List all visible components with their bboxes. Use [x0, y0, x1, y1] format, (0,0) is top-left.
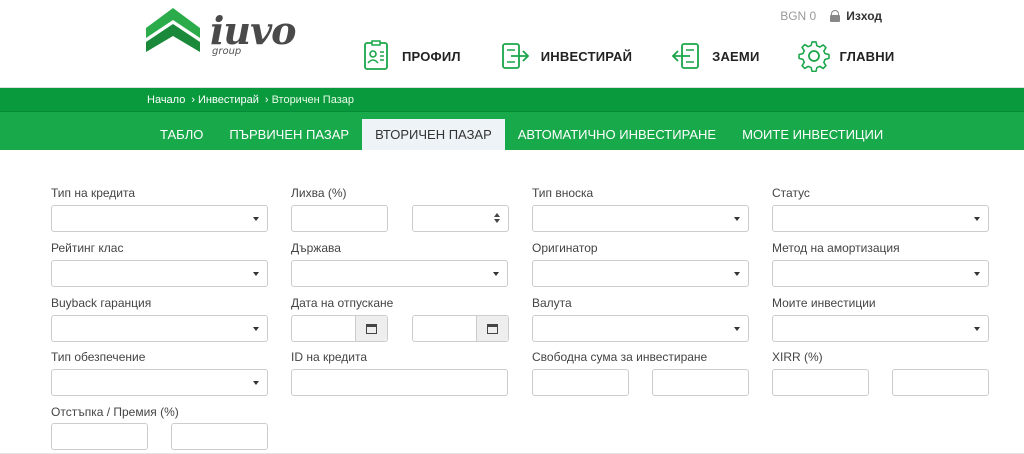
spin-up-icon[interactable]: [494, 213, 500, 217]
collateral-type-label: Тип обезпечение: [51, 350, 146, 364]
buyback-guarantee-label: Buyback гаранция: [51, 296, 152, 310]
loans-icon: [671, 43, 700, 69]
site-header: iuvo group BGN 0 Изход ПРОФИЛ ИНВЕСТИРАЙ…: [0, 0, 1024, 88]
gear-icon: [797, 41, 830, 72]
my-investments-label: Моите инвестиции: [772, 296, 876, 310]
free-amount-max-input[interactable]: [652, 369, 749, 396]
invest-icon: [501, 43, 529, 69]
chevron-down-icon: [253, 217, 259, 221]
amortization-method-select[interactable]: [772, 260, 989, 287]
issue-date-from-input[interactable]: [291, 315, 388, 342]
currency-label: Валута: [532, 296, 572, 310]
chevron-down-icon: [253, 272, 259, 276]
tab-dashboard[interactable]: ТАБЛО: [147, 119, 216, 150]
breadcrumb-separator-icon: ›: [264, 94, 269, 106]
my-investments-select[interactable]: [772, 315, 989, 342]
chevron-down-icon: [974, 327, 980, 331]
originator-label: Оригинатор: [532, 241, 598, 255]
chevron-down-icon: [974, 272, 980, 276]
loan-id-input[interactable]: [291, 369, 508, 396]
logo-subtext: group: [212, 46, 242, 57]
nav-invest-label: ИНВЕСТИРАЙ: [540, 48, 633, 64]
chevron-down-icon: [253, 381, 259, 385]
chevron-down-icon: [974, 217, 980, 221]
currency-select[interactable]: [532, 315, 749, 342]
installment-type-label: Тип вноска: [532, 186, 594, 200]
chevron-down-icon: [734, 217, 740, 221]
discount-premium-min-input[interactable]: [51, 423, 148, 450]
loan-type-label: Тип на кредита: [51, 186, 136, 200]
interest-min-input[interactable]: [291, 205, 388, 232]
rating-class-label: Рейтинг клас: [51, 241, 124, 255]
interest-label: Лихва (%): [291, 186, 347, 200]
main-navigation: ПРОФИЛ ИНВЕСТИРАЙ ЗАЕМИ ГЛАВНИ: [360, 40, 894, 72]
installment-type-select[interactable]: [532, 205, 749, 232]
nav-invest[interactable]: ИНВЕСТИРАЙ: [499, 40, 632, 72]
tab-primary-market[interactable]: ПЪРВИЧЕН ПАЗАР: [216, 119, 362, 150]
originator-select[interactable]: [532, 260, 749, 287]
breadcrumb-invest[interactable]: Инвестирай: [198, 94, 259, 106]
filters-panel: Тип на кредита Лихва (%) Тип вноска Стат…: [0, 150, 1024, 454]
spin-down-icon[interactable]: [494, 219, 500, 223]
calendar-icon[interactable]: [355, 316, 387, 341]
nav-main[interactable]: ГЛАВНИ: [797, 40, 895, 72]
xirr-max-input[interactable]: [892, 369, 989, 396]
breadcrumb-home[interactable]: Начало: [147, 94, 185, 106]
free-amount-min-input[interactable]: [532, 369, 629, 396]
free-amount-label: Свободна сума за инвестиране: [532, 350, 708, 364]
logout-link[interactable]: Изход: [846, 9, 882, 23]
lock-icon: [830, 10, 841, 22]
nav-loans[interactable]: ЗАЕМИ: [670, 40, 759, 72]
xirr-label: XIRR (%): [772, 350, 823, 364]
breadcrumb-separator-icon: ›: [191, 94, 195, 106]
chevron-down-icon: [734, 327, 740, 331]
status-select[interactable]: [772, 205, 989, 232]
rating-class-select[interactable]: [51, 260, 268, 287]
issue-date-to-input[interactable]: [412, 315, 509, 342]
nav-profile-label: ПРОФИЛ: [402, 48, 461, 64]
breadcrumb-current: Вторичен Пазар: [271, 94, 354, 106]
tab-secondary-market[interactable]: ВТОРИЧЕН ПАЗАР: [362, 119, 505, 150]
amortization-method-label: Метод на амортизация: [772, 241, 900, 255]
chevron-down-icon: [493, 272, 499, 276]
account-bar: BGN 0 Изход: [780, 9, 882, 23]
country-select[interactable]: [291, 260, 508, 287]
calendar-icon[interactable]: [476, 316, 508, 341]
nav-profile[interactable]: ПРОФИЛ: [360, 40, 461, 72]
status-label: Статус: [772, 186, 810, 200]
collateral-type-select[interactable]: [51, 369, 268, 396]
tab-my-investments[interactable]: МОИТЕ ИНВЕСТИЦИИ: [729, 119, 896, 150]
xirr-min-input[interactable]: [772, 369, 869, 396]
chevron-down-icon: [734, 272, 740, 276]
loan-type-select[interactable]: [51, 205, 268, 232]
logo-mark-icon: [146, 8, 200, 52]
sub-navigation: ТАБЛО ПЪРВИЧЕН ПАЗАР ВТОРИЧЕН ПАЗАР АВТО…: [0, 112, 1024, 150]
issue-date-label: Дата на отпускане: [291, 296, 394, 310]
loan-id-label: ID на кредита: [291, 350, 368, 364]
discount-premium-max-input[interactable]: [171, 423, 268, 450]
nav-loans-label: ЗАЕМИ: [712, 48, 760, 64]
buyback-guarantee-select[interactable]: [51, 315, 268, 342]
balance-value: BGN 0: [780, 9, 817, 23]
country-label: Държава: [291, 241, 341, 255]
breadcrumb-bar: Начало › Инвестирай › Вторичен Пазар: [0, 88, 1024, 112]
discount-premium-label: Отстъпка / Премия (%): [51, 405, 179, 419]
tab-auto-invest[interactable]: АВТОМАТИЧНО ИНВЕСТИРАНЕ: [505, 119, 729, 150]
chevron-down-icon: [253, 327, 259, 331]
breadcrumb: Начало › Инвестирай › Вторичен Пазар: [147, 94, 358, 106]
profile-icon: [364, 40, 388, 70]
interest-max-input[interactable]: [412, 205, 509, 232]
iuvo-logo[interactable]: iuvo group: [146, 6, 306, 62]
nav-main-label: ГЛАВНИ: [839, 48, 895, 64]
